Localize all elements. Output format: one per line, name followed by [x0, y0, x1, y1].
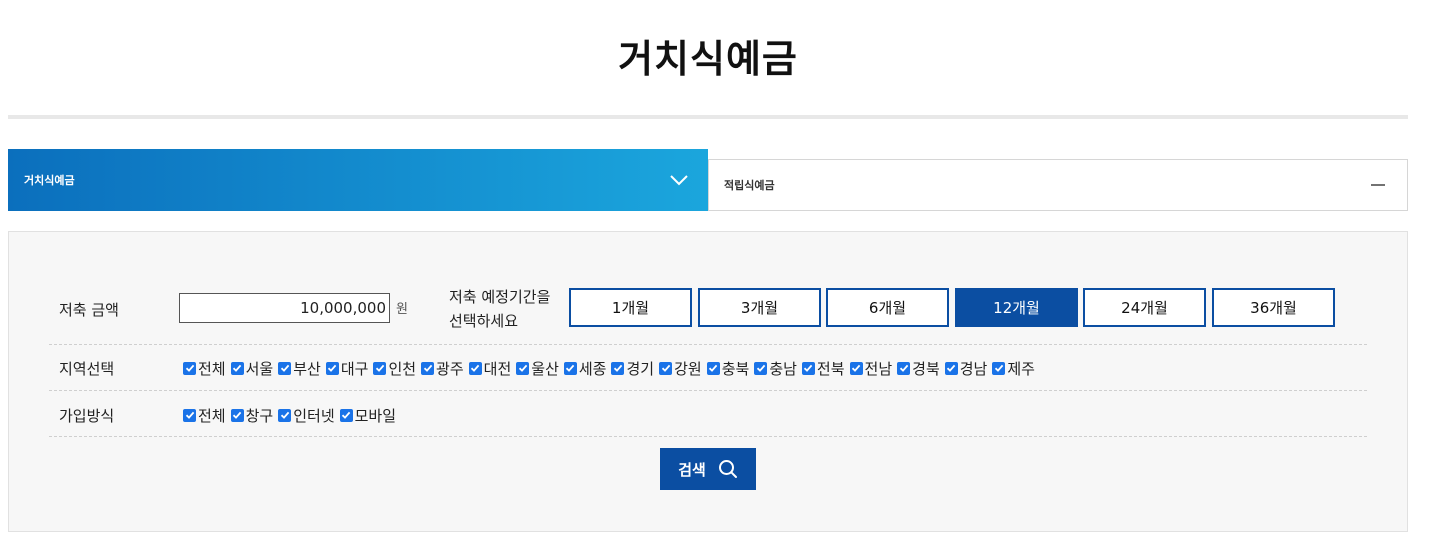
period-label-line2: 선택하세요	[449, 312, 519, 330]
region-option-label: 서울	[245, 359, 274, 378]
checkbox-checked-icon[interactable]	[183, 361, 196, 375]
checkbox-checked-icon[interactable]	[801, 361, 815, 375]
tab-label: 적립식예금	[724, 179, 775, 192]
checkbox-checked-icon[interactable]	[849, 361, 863, 375]
checkbox-checked-icon[interactable]	[992, 361, 1006, 375]
region-option[interactable]: 울산	[516, 358, 559, 379]
join-method-option-label: 인터넷	[293, 406, 335, 425]
checkbox-checked-icon[interactable]	[754, 361, 768, 375]
tab-installment-deposit[interactable]: 적립식예금	[708, 159, 1408, 211]
region-option[interactable]: 서울	[230, 358, 274, 379]
region-option[interactable]: 대구	[325, 358, 369, 379]
join-method-label: 가입방식	[59, 407, 115, 425]
row-divider	[49, 390, 1367, 391]
checkbox-checked-icon[interactable]	[373, 361, 387, 375]
region-option[interactable]: 제주	[992, 358, 1035, 379]
checkbox-checked-icon[interactable]	[944, 361, 958, 375]
region-option[interactable]: 전북	[801, 358, 845, 379]
checkbox-checked-icon[interactable]	[325, 361, 339, 375]
checkbox-checked-icon[interactable]	[183, 408, 196, 422]
region-option[interactable]: 경기	[611, 358, 654, 379]
region-option[interactable]: 인천	[373, 358, 416, 379]
checkbox-checked-icon[interactable]	[611, 361, 625, 375]
checkbox-checked-icon[interactable]	[278, 408, 292, 422]
checkbox-checked-icon[interactable]	[278, 361, 292, 375]
row-divider	[49, 436, 1367, 437]
region-option[interactable]: 경남	[944, 358, 988, 379]
region-option-label: 대전	[483, 359, 512, 378]
join-method-option-label: 모바일	[354, 406, 397, 425]
row-divider	[49, 344, 1367, 345]
join-method-option-label: 전체	[198, 406, 226, 425]
amount-label: 저축 금액	[59, 301, 119, 319]
region-option[interactable]: 충남	[754, 358, 797, 379]
region-option-label: 경남	[959, 359, 988, 378]
region-option[interactable]: 광주	[421, 358, 464, 379]
checkbox-checked-icon[interactable]	[897, 361, 911, 375]
tab-label: 거치식예금	[24, 174, 75, 187]
join-method-option[interactable]: 모바일	[339, 405, 397, 426]
period-button-36m[interactable]: 36개월	[1212, 288, 1335, 327]
period-button-12m[interactable]: 12개월	[955, 288, 1078, 327]
period-button-1m[interactable]: 1개월	[569, 288, 692, 327]
join-method-option[interactable]: 전체	[183, 405, 226, 426]
checkbox-checked-icon[interactable]	[339, 408, 353, 422]
region-option-label: 경북	[912, 359, 940, 378]
minus-icon	[1369, 176, 1387, 194]
region-option[interactable]: 강원	[659, 358, 702, 379]
checkbox-checked-icon[interactable]	[230, 408, 244, 422]
region-option[interactable]: 전남	[849, 358, 893, 379]
region-option-label: 광주	[436, 359, 464, 378]
checkbox-checked-icon[interactable]	[230, 361, 244, 375]
region-option[interactable]: 충북	[706, 358, 750, 379]
tab-lump-sum-deposit[interactable]: 거치식예금	[8, 149, 708, 211]
search-filter-panel: 저축 금액 원 저축 예정기간을 선택하세요 1개월 3개월 6개월 12개월 …	[8, 231, 1408, 532]
search-button-label: 검색	[678, 460, 706, 479]
checkbox-checked-icon[interactable]	[468, 361, 482, 375]
page-title: 거치식예금	[618, 37, 798, 81]
checkbox-checked-icon[interactable]	[421, 361, 435, 375]
region-option-label: 세종	[578, 359, 607, 378]
amount-input[interactable]	[179, 293, 390, 323]
search-icon	[718, 459, 738, 479]
region-option-label: 충남	[769, 359, 797, 378]
amount-unit: 원	[396, 302, 408, 317]
region-option-label: 울산	[531, 359, 559, 378]
join-method-option[interactable]: 창구	[230, 405, 274, 426]
region-option-label: 충북	[721, 359, 750, 378]
join-method-option[interactable]: 인터넷	[278, 405, 335, 426]
region-option-label: 제주	[1007, 359, 1035, 378]
region-option[interactable]: 전체	[183, 358, 226, 379]
period-button-6m[interactable]: 6개월	[826, 288, 949, 327]
chevron-down-icon	[668, 169, 690, 191]
search-button[interactable]: 검색	[660, 448, 756, 490]
region-option-label: 인천	[388, 359, 417, 378]
region-option-label: 부산	[293, 359, 321, 378]
period-label-line1: 저축 예정기간을	[449, 288, 551, 306]
region-checkbox-group: 전체 서울 부산 대구 인천 광주 대전 울산 세종 경기 강원 충북 충남 전북 전남 경북 경남 제주	[183, 358, 1040, 378]
checkbox-checked-icon[interactable]	[659, 361, 673, 375]
region-option-label: 전남	[864, 359, 893, 378]
checkbox-checked-icon[interactable]	[706, 361, 720, 375]
region-option[interactable]: 부산	[278, 358, 321, 379]
title-divider	[8, 115, 1408, 119]
period-button-24m[interactable]: 24개월	[1083, 288, 1206, 327]
region-label: 지역선택	[59, 360, 115, 378]
region-option-label: 전북	[816, 359, 845, 378]
period-label: 저축 예정기간을 선택하세요	[449, 285, 550, 333]
region-option-label: 대구	[340, 359, 369, 378]
region-option-label: 경기	[626, 359, 655, 378]
region-option-label: 전체	[198, 359, 226, 378]
period-button-3m[interactable]: 3개월	[698, 288, 821, 327]
region-option[interactable]: 경북	[897, 358, 940, 379]
region-option[interactable]: 대전	[468, 358, 512, 379]
region-option-label: 강원	[674, 359, 702, 378]
join-method-checkbox-group: 전체 창구 인터넷 모바일	[183, 405, 401, 425]
checkbox-checked-icon[interactable]	[516, 361, 530, 375]
checkbox-checked-icon[interactable]	[563, 361, 577, 375]
join-method-option-label: 창구	[245, 406, 274, 425]
region-option[interactable]: 세종	[563, 358, 607, 379]
